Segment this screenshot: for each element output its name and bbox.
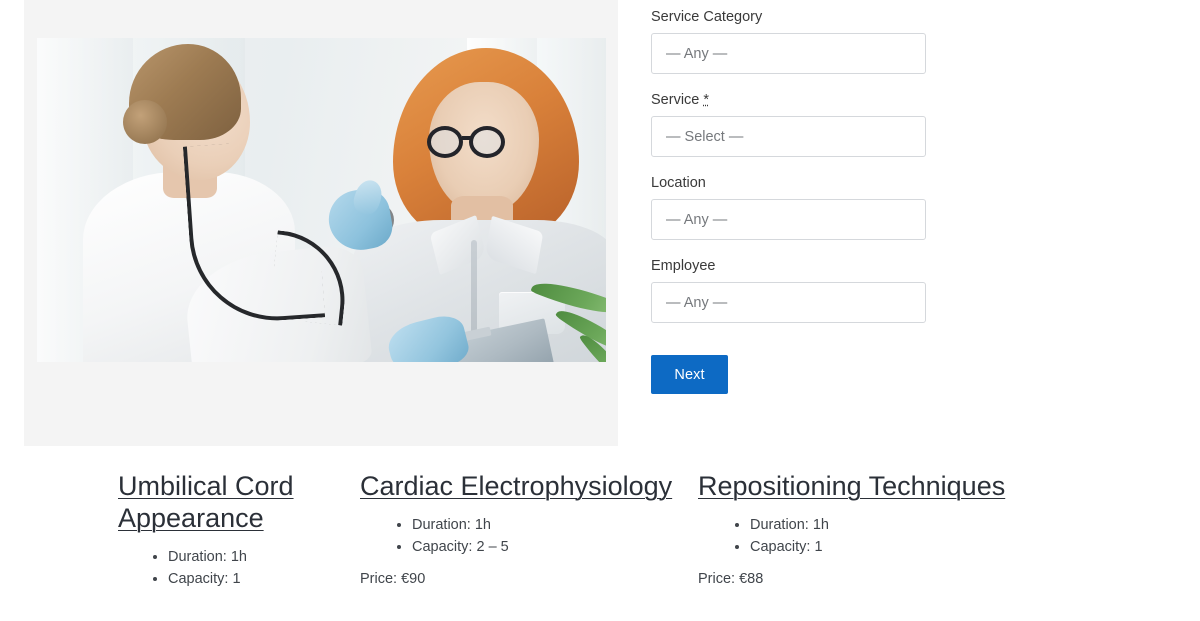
doctor-hair-bun [123,100,167,144]
service-meta-list: Duration: 1h Capacity: 1 [118,546,340,590]
service-capacity: Capacity: 2 – 5 [412,536,680,558]
employee-label: Employee [651,257,951,275]
booking-page: Service Category — Any — Service * — Sel… [0,0,1200,621]
service-category-label: Service Category [651,8,951,26]
service-category-select[interactable]: — Any — [651,33,926,74]
service-price: Price: €88 [698,571,764,587]
patient-glasses-right [469,126,505,158]
location-label: Location [651,174,951,192]
required-asterisk: * [703,92,710,108]
service-duration: Duration: 1h [168,546,340,568]
hero-photo [37,38,606,362]
service-select[interactable]: — Select — [651,116,926,157]
field-service: Service * — Select — [651,91,951,157]
service-card: Umbilical Cord Appearance Duration: 1h C… [0,470,340,603]
next-button[interactable]: Next [651,355,728,394]
service-capacity: Capacity: 1 [168,568,340,590]
location-label-text: Location [651,175,706,191]
service-title-link[interactable]: Repositioning Techniques [698,470,1080,502]
location-select[interactable]: — Any — [651,199,926,240]
service-label: Service * [651,91,951,109]
employee-select[interactable]: — Any — [651,282,926,323]
service-label-text: Service [651,92,700,108]
service-card: Cardiac Electrophysiology Duration: 1h C… [340,470,680,603]
location-value: — Any — [666,211,728,228]
service-duration: Duration: 1h [750,514,1080,536]
service-card: Repositioning Techniques Duration: 1h Ca… [680,470,1080,603]
service-price: Price: €90 [360,571,426,587]
service-meta-list: Duration: 1h Capacity: 1 [698,514,1080,558]
booking-form: Service Category — Any — Service * — Sel… [651,8,951,394]
service-duration: Duration: 1h [412,514,680,536]
service-title-link[interactable]: Umbilical Cord Appearance [118,470,298,534]
booking-top-section: Service Category — Any — Service * — Sel… [0,0,1200,450]
service-title-link[interactable]: Cardiac Electrophysiology [360,470,680,502]
service-category-label-text: Service Category [651,9,763,25]
service-capacity: Capacity: 1 [750,536,1080,558]
service-category-value: — Any — [666,45,728,62]
field-employee: Employee — Any — [651,257,951,323]
patient-glasses-bridge [462,136,472,140]
employee-label-text: Employee [651,258,716,274]
service-meta-list: Duration: 1h Capacity: 2 – 5 [360,514,680,558]
field-service-category: Service Category — Any — [651,8,951,74]
service-value: — Select — [666,128,744,145]
media-panel [24,0,618,446]
field-location: Location — Any — [651,174,951,240]
patient-glasses-left [427,126,463,158]
service-cards: Umbilical Cord Appearance Duration: 1h C… [0,470,1200,603]
employee-value: — Any — [666,294,728,311]
